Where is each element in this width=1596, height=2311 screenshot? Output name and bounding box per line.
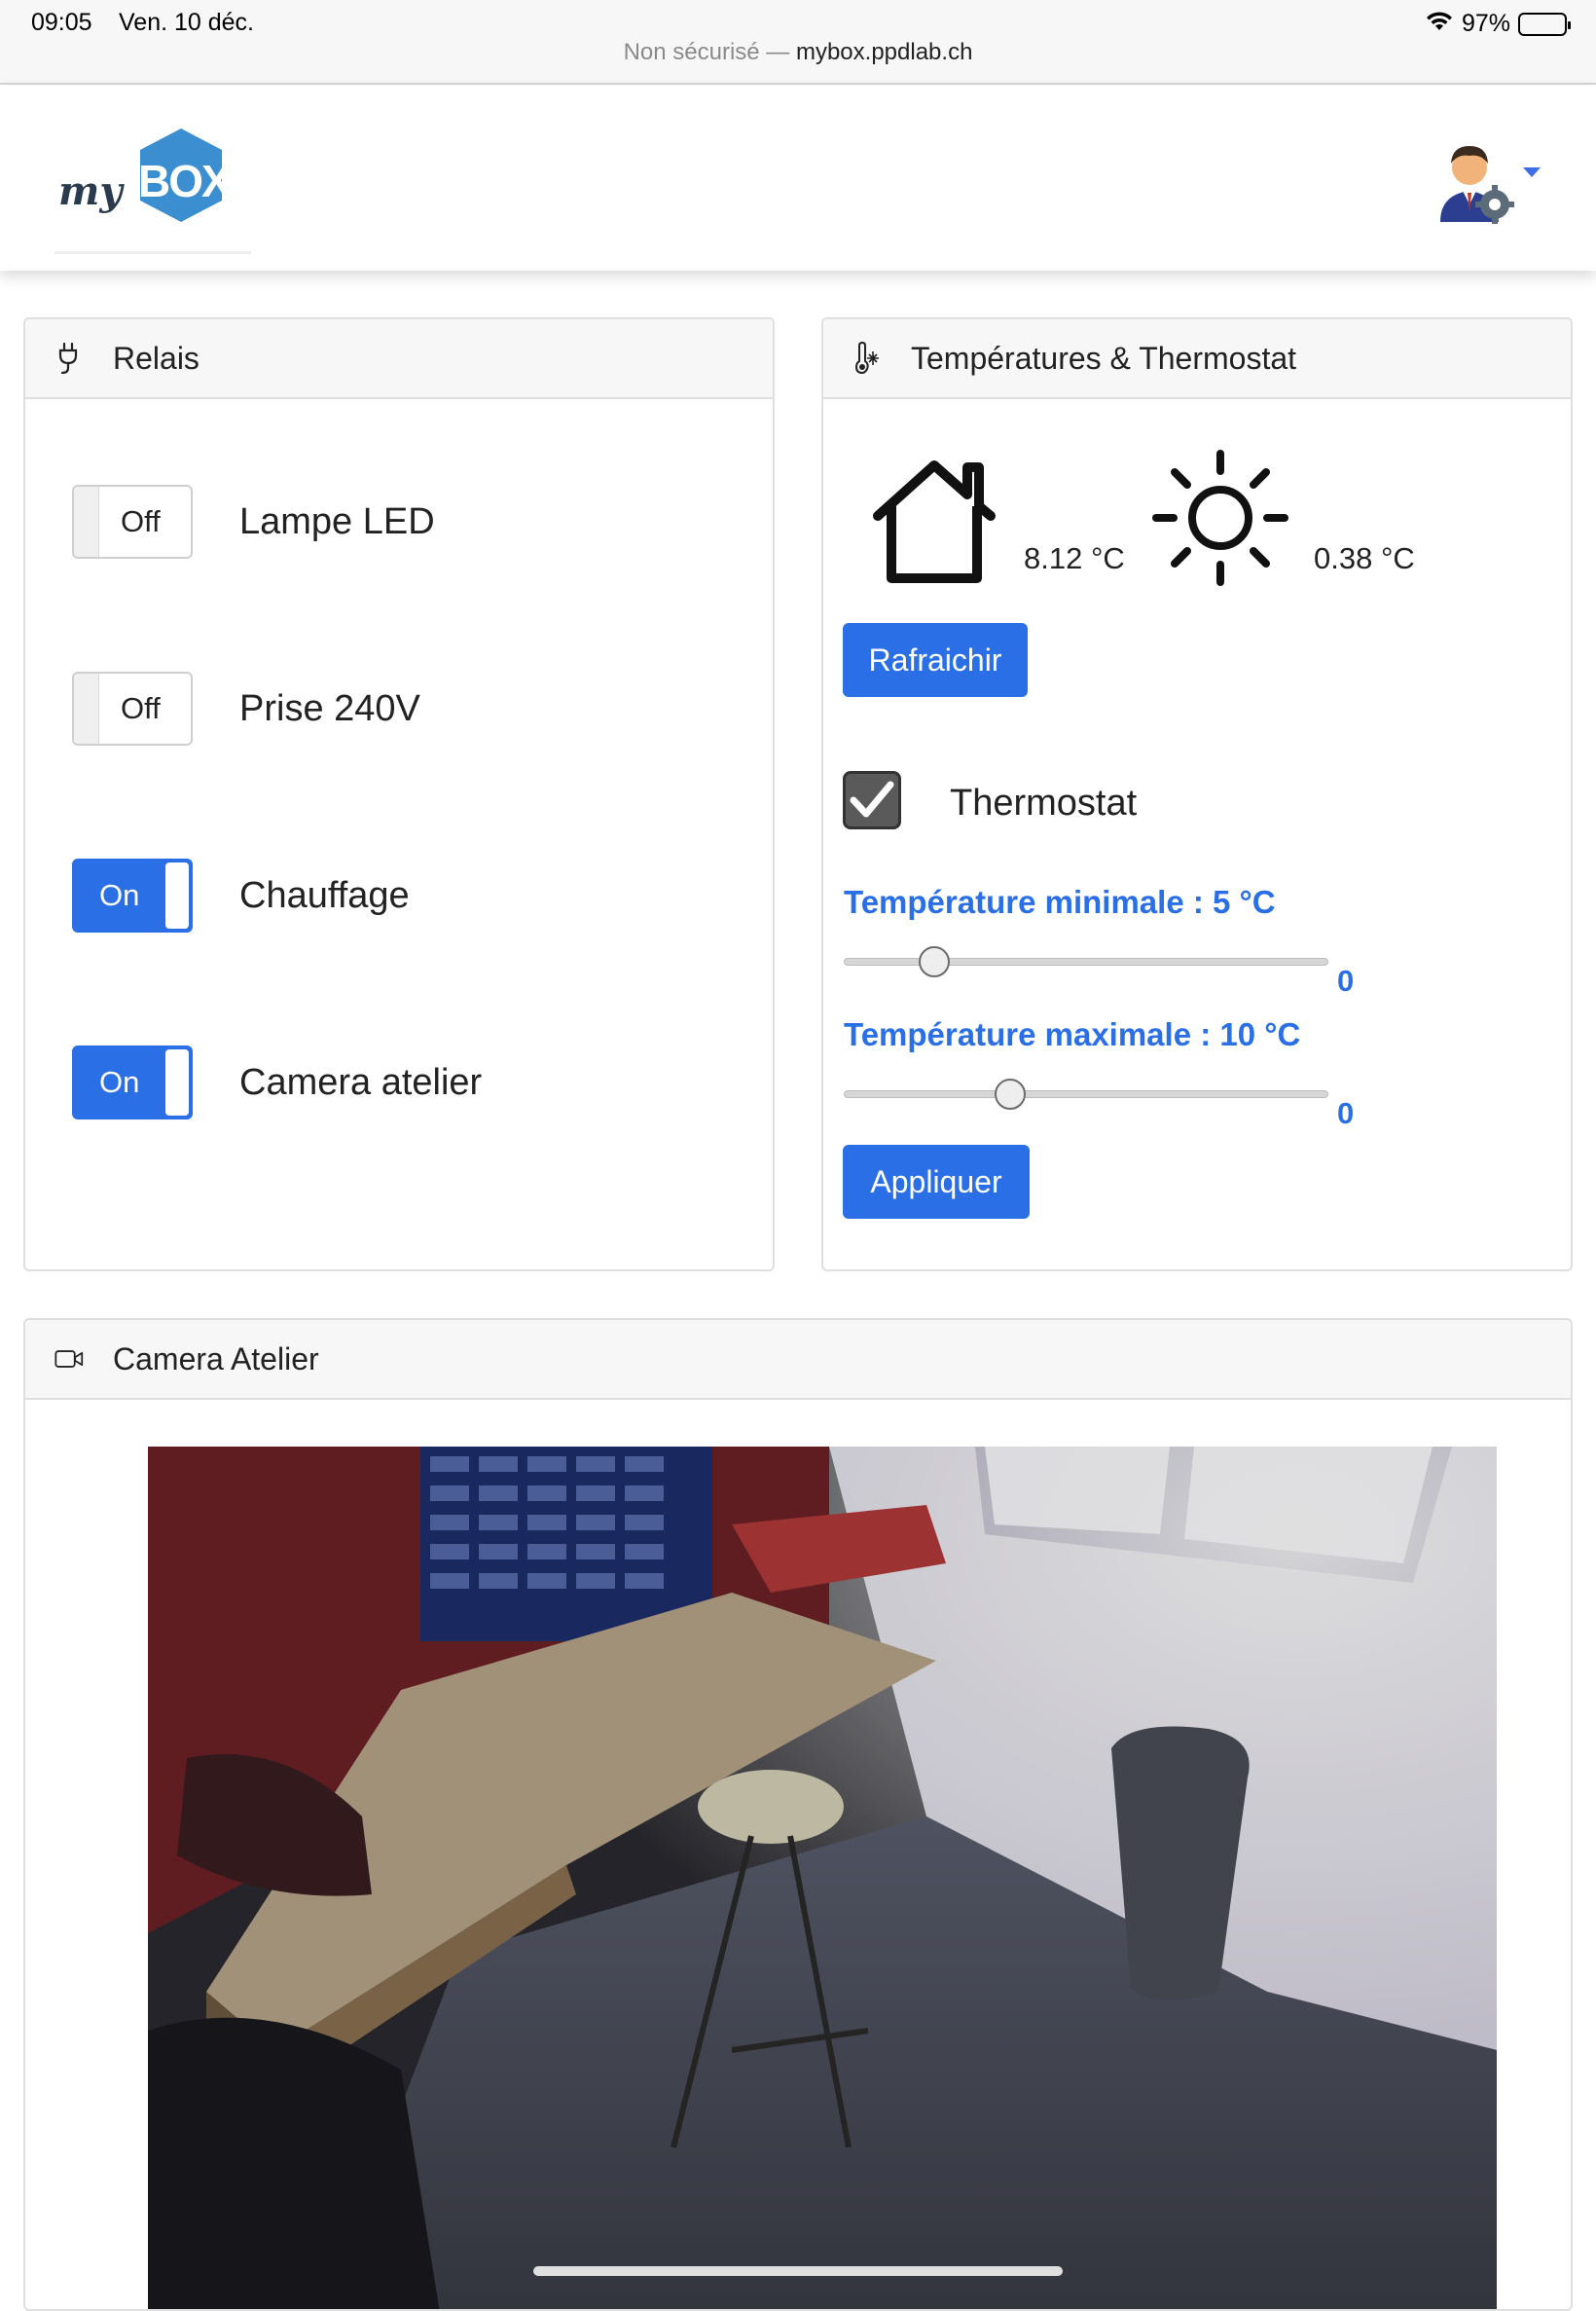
- outdoor-temperature: 0.38 °C: [1314, 541, 1415, 575]
- temperatures-card: Températures & Thermostat 8.12 °C 0.38 °…: [821, 317, 1573, 1271]
- relay-label-lampe-led: Lampe LED: [239, 500, 435, 542]
- video-camera-icon: [54, 1342, 84, 1376]
- relais-title: Relais: [113, 340, 200, 376]
- svg-text:BOX: BOX: [138, 156, 232, 206]
- url-domain: mybox.ppdlab.ch: [795, 39, 973, 65]
- status-bar: 09:05 Ven. 10 déc. Non sécurisé — mybox.…: [0, 0, 1596, 85]
- apply-button[interactable]: Appliquer: [843, 1145, 1030, 1219]
- home-indicator: [533, 2266, 1063, 2276]
- relay-label-camera-atelier: Camera atelier: [239, 1061, 483, 1103]
- min-temperature-output: 0: [1337, 964, 1355, 998]
- toggle-camera-atelier[interactable]: On: [72, 1045, 193, 1119]
- thermostat-label: Thermostat: [950, 783, 1138, 824]
- status-indicators: 97%: [1425, 9, 1571, 39]
- min-temperature-slider-thumb[interactable]: [919, 946, 950, 977]
- relay-row-lampe-led: Off Lampe LED: [72, 483, 435, 561]
- svg-text:my: my: [58, 168, 125, 214]
- min-temperature-label: Température minimale : 5 °C: [844, 884, 1276, 920]
- relay-label-chauffage: Chauffage: [239, 874, 410, 916]
- security-warning: Non sécurisé —: [623, 39, 790, 65]
- thermostat-checkbox[interactable]: [843, 771, 901, 829]
- thermometer-snowflake-icon: [852, 342, 882, 375]
- camera-card-header: Camera Atelier: [25, 1320, 1571, 1400]
- relay-label-prise-240v: Prise 240V: [239, 687, 420, 729]
- temperatures-title: Températures & Thermostat: [911, 340, 1297, 376]
- logo-underline: [54, 251, 251, 254]
- max-temperature-output: 0: [1337, 1096, 1355, 1130]
- mybox-logo[interactable]: BOX my: [54, 121, 251, 243]
- toggle-chauffage[interactable]: On: [72, 859, 193, 933]
- relay-row-chauffage: On Chauffage: [72, 857, 410, 935]
- toggle-lampe-led[interactable]: Off: [72, 485, 193, 559]
- max-temperature-label: Température maximale : 10 °C: [844, 1016, 1301, 1052]
- refresh-button[interactable]: Rafraichir: [843, 623, 1028, 697]
- user-dropdown-caret-icon[interactable]: [1523, 167, 1541, 177]
- wifi-icon: [1425, 9, 1454, 39]
- relais-card-header: Relais: [25, 319, 773, 399]
- max-temperature-slider[interactable]: [844, 1090, 1328, 1098]
- min-temperature-slider[interactable]: [844, 958, 1328, 966]
- temperatures-card-header: Températures & Thermostat: [823, 319, 1571, 399]
- battery-percent: 97%: [1461, 10, 1510, 37]
- toggle-prise-240v[interactable]: Off: [72, 672, 193, 746]
- camera-feed-image: [148, 1447, 1497, 2309]
- address-bar[interactable]: Non sécurisé — mybox.ppdlab.ch: [0, 39, 1596, 66]
- indoor-temperature: 8.12 °C: [1024, 541, 1125, 575]
- camera-title: Camera Atelier: [113, 1340, 319, 1376]
- battery-icon: [1518, 12, 1571, 36]
- sun-icon: [1150, 448, 1290, 588]
- relay-row-prise-240v: Off Prise 240V: [72, 670, 420, 748]
- status-time: 09:05: [31, 9, 92, 36]
- camera-card: Camera Atelier: [23, 1318, 1573, 2311]
- house-icon: [866, 458, 1002, 586]
- user-settings-icon[interactable]: [1431, 134, 1518, 224]
- max-temperature-slider-thumb[interactable]: [995, 1079, 1026, 1110]
- navbar: BOX my: [0, 86, 1596, 271]
- plug-icon: [54, 342, 84, 375]
- status-date: Ven. 10 déc.: [119, 9, 255, 36]
- relais-card: Relais Off Lampe LED Off Prise 240V On C…: [23, 317, 775, 1271]
- relay-row-camera-atelier: On Camera atelier: [72, 1044, 482, 1121]
